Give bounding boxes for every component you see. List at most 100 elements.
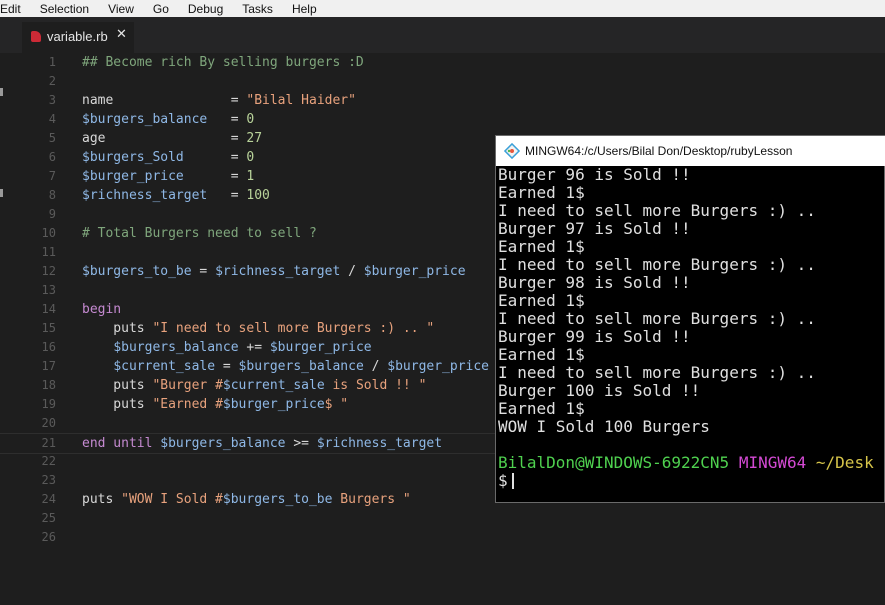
code-line[interactable]: 3 name = "Bilal Haider" — [0, 91, 885, 110]
code-token: / — [363, 359, 388, 374]
menu-item-help[interactable]: Help — [292, 2, 323, 16]
code-token: = — [183, 169, 247, 184]
terminal-line: I need to sell more Burgers :) .. — [498, 255, 816, 274]
ruby-file-icon — [31, 31, 41, 42]
code-token: Burgers " — [332, 492, 411, 507]
code-token: $burgers_to_be — [82, 264, 192, 279]
line-number: 25 — [41, 511, 56, 525]
line-number: 24 — [41, 492, 56, 506]
code-token: $burgers_balance — [82, 112, 208, 127]
line-code: $burger_price = 1 — [82, 167, 254, 186]
menu-item-view[interactable]: View — [108, 2, 140, 16]
line-code: name = "Bilal Haider" — [82, 91, 356, 110]
menu-item-debug[interactable]: Debug — [188, 2, 229, 16]
line-number: 16 — [41, 340, 56, 354]
code-token: += — [238, 340, 270, 355]
code-line[interactable]: 26 — [0, 528, 885, 547]
line-code: puts "Earned #$burger_price$ " — [82, 395, 348, 414]
line-number: 2 — [48, 74, 56, 88]
prompt-system: MINGW64 — [738, 453, 807, 472]
line-number: 1 — [48, 55, 56, 69]
code-token: "WOW I Sold # — [121, 492, 223, 507]
line-code: begin — [82, 300, 121, 319]
code-token: $richness_target — [82, 188, 208, 203]
tab-variable-rb[interactable]: variable.rb ✕ — [22, 22, 134, 53]
terminal-line: Burger 97 is Sold !! — [498, 219, 691, 238]
menu-item-selection[interactable]: Selection — [40, 2, 95, 16]
line-number: 17 — [41, 359, 56, 373]
line-code: $current_sale = $burgers_balance / $burg… — [82, 357, 489, 376]
prompt-user: BilalDon@WINDOWS-6922CN5 — [498, 453, 730, 472]
code-token: 1 — [246, 169, 255, 184]
code-token: $burger_price — [269, 340, 372, 355]
code-token: ## Become rich By selling burgers :D — [82, 55, 364, 70]
line-code: age = 27 — [82, 129, 262, 148]
prompt-path: ~/Desk — [815, 453, 874, 472]
terminal-window[interactable]: MINGW64:/c/Users/Bilal Don/Desktop/rubyL… — [495, 135, 885, 503]
terminal-title-bar[interactable]: MINGW64:/c/Users/Bilal Don/Desktop/rubyL… — [496, 136, 885, 166]
line-number: 21 — [41, 436, 56, 450]
terminal-prompt-line[interactable]: $ — [498, 472, 514, 490]
line-code: puts "I need to sell more Burgers :) .. … — [82, 319, 434, 338]
line-number: 15 — [41, 321, 56, 335]
code-token: $ " — [324, 397, 349, 412]
git-bash-icon — [504, 143, 520, 159]
terminal-line: Burger 96 is Sold !! — [498, 165, 691, 184]
terminal-line: Burger 98 is Sold !! — [498, 273, 691, 292]
line-number: 26 — [41, 530, 56, 544]
line-number: 22 — [41, 454, 56, 468]
line-code: $burgers_Sold = 0 — [82, 148, 254, 167]
code-line[interactable]: 4 $burgers_balance = 0 — [0, 110, 885, 129]
line-number: 23 — [41, 473, 56, 487]
close-icon[interactable]: ✕ — [116, 27, 127, 42]
terminal-line: Earned 1$ — [498, 399, 585, 418]
terminal-line: I need to sell more Burgers :) .. — [498, 309, 816, 328]
code-token: $burgers_balance — [238, 359, 364, 374]
terminal-line: WOW I Sold 100 Burgers — [498, 417, 710, 436]
code-token: >= — [285, 436, 317, 451]
terminal-prompt-info: BilalDon@WINDOWS-6922CN5 MINGW64 ~/Desk — [498, 454, 874, 472]
line-code: $burgers_to_be = $richness_target / $bur… — [82, 262, 466, 281]
menu-bar: Edit Selection View Go Debug Tasks Help — [0, 0, 885, 17]
code-token: = — [207, 112, 247, 127]
code-token: 27 — [246, 131, 263, 146]
line-number: 8 — [48, 188, 56, 202]
code-line[interactable]: 1 ## Become rich By selling burgers :D — [0, 53, 885, 72]
code-token: 0 — [246, 150, 255, 165]
line-number: 13 — [41, 283, 56, 297]
code-token: puts — [82, 397, 153, 412]
code-token: $richness_target — [316, 436, 443, 451]
line-code: end until $burgers_balance >= $richness_… — [82, 434, 442, 453]
code-token: $richness_target — [215, 264, 341, 279]
line-number: 5 — [48, 131, 56, 145]
menu-item-go[interactable]: Go — [153, 2, 175, 16]
menu-item-tasks[interactable]: Tasks — [242, 2, 279, 16]
line-number: 3 — [48, 93, 56, 107]
line-number: 9 — [48, 207, 56, 221]
code-token: "I need to sell more Burgers :) .. " — [152, 321, 435, 336]
code-line[interactable]: 25 — [0, 509, 885, 528]
code-token: "Bilal Haider" — [246, 93, 356, 108]
line-number: 14 — [41, 302, 56, 316]
code-token: puts — [82, 492, 122, 507]
code-token: # Total Burgers need to sell ? — [82, 226, 317, 241]
line-number: 18 — [41, 378, 56, 392]
line-code: puts "Burger #$current_sale is Sold !! " — [82, 376, 426, 395]
code-token: end until — [82, 436, 153, 451]
terminal-line: Burger 100 is Sold !! — [498, 381, 701, 400]
line-number: 12 — [41, 264, 56, 278]
line-number: 10 — [41, 226, 56, 240]
code-token: puts — [82, 378, 153, 393]
code-token: is Sold !! " — [324, 378, 427, 393]
code-token: $burgers_Sold — [82, 150, 184, 165]
code-token: 100 — [246, 188, 270, 203]
terminal-line: Earned 1$ — [498, 291, 585, 310]
menu-item-edit[interactable]: Edit — [0, 2, 27, 16]
code-token: $burgers_balance — [160, 436, 286, 451]
terminal-line: I need to sell more Burgers :) .. — [498, 363, 816, 382]
line-code: $richness_target = 100 — [82, 186, 270, 205]
line-number: 19 — [41, 397, 56, 411]
code-line[interactable]: 2 — [0, 72, 885, 91]
